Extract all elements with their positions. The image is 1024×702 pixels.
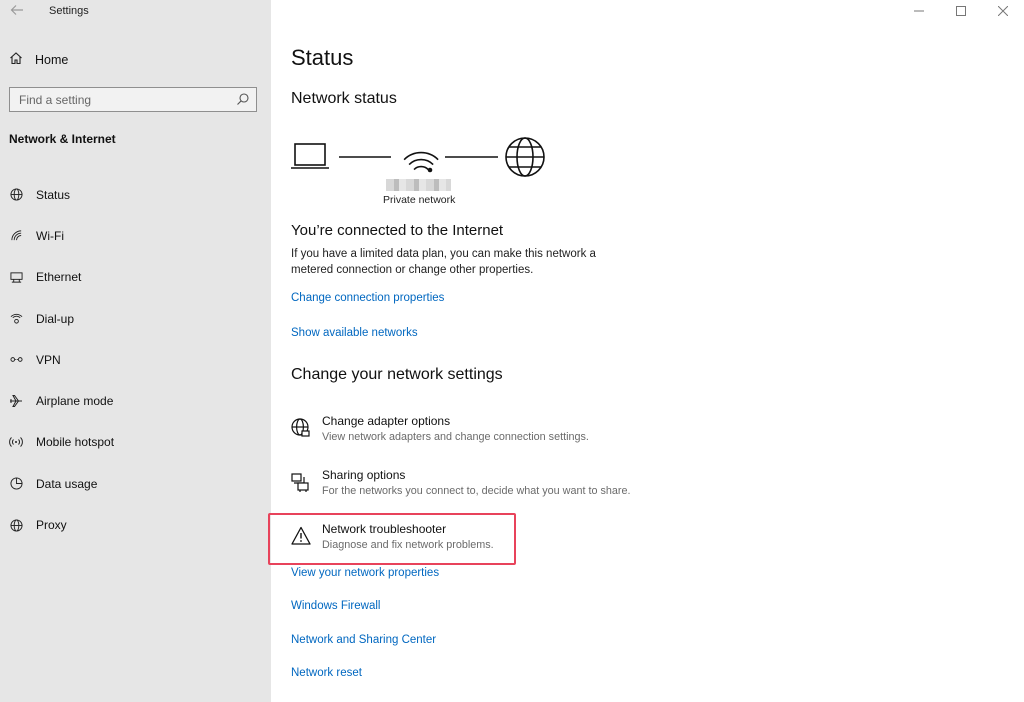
sidebar-item-airplane[interactable]: Airplane mode — [0, 380, 271, 421]
search-icon[interactable] — [236, 92, 250, 106]
sidebar: Settings Home Network & Internet Status … — [0, 0, 271, 702]
section-title: Network & Internet — [9, 132, 116, 146]
home-icon — [9, 51, 23, 70]
sharing-options[interactable]: Sharing options For the networks you con… — [291, 468, 671, 508]
sidebar-item-label: Data usage — [36, 476, 98, 491]
sidebar-item-proxy[interactable]: Proxy — [0, 504, 271, 545]
network-reset-link[interactable]: Network reset — [291, 667, 362, 679]
hotspot-icon — [9, 435, 23, 449]
connection-status-title: You’re connected to the Internet — [291, 222, 504, 239]
network-sharing-center-link[interactable]: Network and Sharing Center — [291, 634, 436, 646]
option-description: View network adapters and change connect… — [322, 431, 589, 443]
back-arrow-icon[interactable] — [10, 3, 26, 19]
network-status-heading: Network status — [291, 90, 397, 107]
page-title: Status — [291, 45, 354, 70]
network-name-redacted — [386, 179, 451, 191]
globe-icon — [9, 188, 23, 202]
vpn-icon — [9, 353, 23, 367]
warning-icon — [291, 526, 311, 546]
sidebar-item-label: VPN — [36, 352, 61, 367]
change-settings-heading: Change your network settings — [291, 366, 503, 383]
sidebar-item-label: Wi-Fi — [36, 228, 64, 243]
sidebar-item-wifi[interactable]: Wi-Fi — [0, 215, 271, 256]
home-label: Home — [35, 53, 69, 67]
show-available-networks-link[interactable]: Show available networks — [291, 327, 418, 339]
change-adapter-options[interactable]: Change adapter options View network adap… — [291, 414, 671, 454]
option-title: Sharing options — [322, 468, 406, 482]
pie-chart-icon — [9, 477, 23, 491]
sidebar-item-label: Mobile hotspot — [36, 435, 115, 450]
home-nav-item[interactable]: Home — [9, 50, 68, 70]
option-title: Change adapter options — [322, 414, 451, 428]
sidebar-item-label: Airplane mode — [36, 394, 114, 409]
sidebar-item-data-usage[interactable]: Data usage — [0, 463, 271, 504]
internet-globe-icon — [505, 137, 545, 177]
sidebar-item-label: Ethernet — [36, 270, 82, 285]
maximize-icon[interactable] — [940, 0, 982, 22]
network-troubleshooter[interactable]: Network troubleshooter Diagnose and fix … — [268, 513, 671, 565]
wifi-icon — [9, 229, 23, 243]
laptop-icon — [291, 143, 329, 169]
window-controls — [898, 0, 1024, 22]
view-network-properties-link[interactable]: View your network properties — [291, 567, 439, 579]
wifi-icon — [403, 151, 439, 173]
sidebar-nav: Status Wi-Fi Ethernet Dial-up VPN Airpla… — [0, 174, 271, 546]
adapter-globe-icon — [291, 418, 311, 438]
airplane-icon — [9, 394, 23, 408]
sharing-icon — [291, 472, 311, 492]
ethernet-icon — [9, 270, 23, 284]
phone-icon — [9, 312, 23, 326]
sidebar-item-vpn[interactable]: VPN — [0, 339, 271, 380]
option-title: Network troubleshooter — [322, 522, 447, 536]
sidebar-item-label: Status — [36, 187, 71, 202]
search-box[interactable] — [9, 87, 257, 112]
minimize-icon[interactable] — [898, 0, 940, 22]
sidebar-item-dialup[interactable]: Dial-up — [0, 298, 271, 339]
search-input[interactable] — [10, 88, 229, 111]
sidebar-item-status[interactable]: Status — [0, 174, 271, 215]
sidebar-item-hotspot[interactable]: Mobile hotspot — [0, 422, 271, 463]
option-description: For the networks you connect to, decide … — [322, 485, 631, 497]
change-connection-properties-link[interactable]: Change connection properties — [291, 292, 444, 304]
network-type-label: Private network — [383, 194, 456, 206]
sidebar-item-label: Dial-up — [36, 311, 75, 326]
sidebar-item-ethernet[interactable]: Ethernet — [0, 257, 271, 298]
windows-firewall-link[interactable]: Windows Firewall — [291, 600, 380, 612]
sidebar-item-label: Proxy — [36, 518, 67, 533]
close-icon[interactable] — [982, 0, 1024, 22]
app-title: Settings — [49, 5, 89, 17]
globe-icon — [9, 518, 23, 532]
option-description: Diagnose and fix network problems. — [322, 539, 494, 551]
connection-status-description: If you have a limited data plan, you can… — [291, 248, 596, 276]
